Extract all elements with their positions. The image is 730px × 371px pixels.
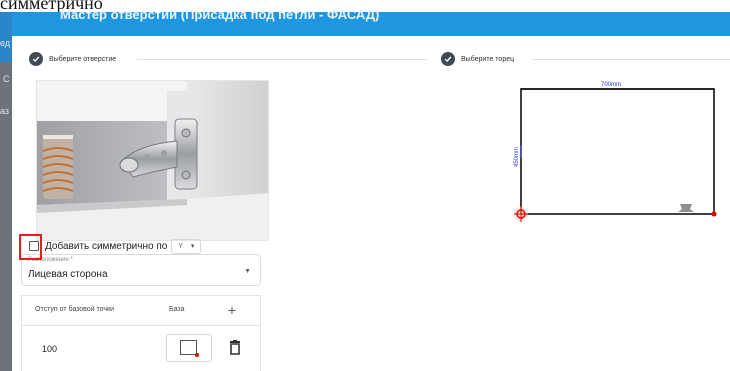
hinge-icon <box>37 81 268 240</box>
trash-icon[interactable] <box>228 340 242 356</box>
location-value: Лицевая сторона <box>28 269 108 280</box>
background-app-strip: ед С аз <box>0 12 12 371</box>
dialog-title: Мастер отверстий (Присадка под петли - Ф… <box>60 7 380 22</box>
axis-value: Y <box>178 242 183 250</box>
hole-wizard-dialog: Мастер отверстий (Присадка под петли - Ф… <box>12 7 730 371</box>
symmetric-label: Добавить симметрично по <box>45 240 168 252</box>
step-divider <box>137 59 427 60</box>
step-select-edge[interactable]: Выберите торец <box>441 52 514 66</box>
corner-marker-icon[interactable] <box>711 211 717 217</box>
chevron-down-icon: ▼ <box>244 268 251 275</box>
background-app-letter: С <box>3 74 10 84</box>
step-divider <box>532 59 730 60</box>
hinge-photo[interactable] <box>36 80 269 241</box>
symmetric-option-row: Добавить симметрично по Y ▾ <box>18 236 202 256</box>
offset-value[interactable]: 100 <box>42 344 57 354</box>
check-icon <box>441 52 455 66</box>
offsets-table: Отступ от базовой точки База + 100 <box>21 295 261 371</box>
width-dimension-label: 700mm <box>601 82 621 88</box>
base-point-icon <box>180 340 197 355</box>
table-header: Отступ от базовой точки База + <box>22 296 260 326</box>
check-icon <box>29 52 43 66</box>
height-dimension-label: 450mm <box>514 147 520 167</box>
base-point-picker[interactable] <box>166 334 212 362</box>
add-row-button[interactable]: + <box>222 300 242 320</box>
dialog-header: Мастер отверстий (Присадка под петли - Ф… <box>12 7 730 36</box>
column-header-offset: Отступ от базовой точки <box>35 306 115 313</box>
step-label: Выберите торец <box>461 55 515 63</box>
axis-select[interactable]: Y ▾ <box>171 238 202 254</box>
step-select-hole[interactable]: Выберите отверстие <box>29 52 116 66</box>
checkbox-highlight-frame <box>19 234 42 260</box>
background-app-letter: ед <box>0 38 11 48</box>
chevron-down-icon: ▾ <box>190 243 195 250</box>
step-label: Выберите отверстие <box>49 55 117 63</box>
location-select[interactable]: Расположение * Лицевая сторона ▼ <box>21 254 261 286</box>
column-header-base: База <box>169 306 185 313</box>
background-app-header <box>0 12 12 62</box>
background-app-letter: аз <box>0 106 10 116</box>
base-point-marker <box>195 353 199 357</box>
